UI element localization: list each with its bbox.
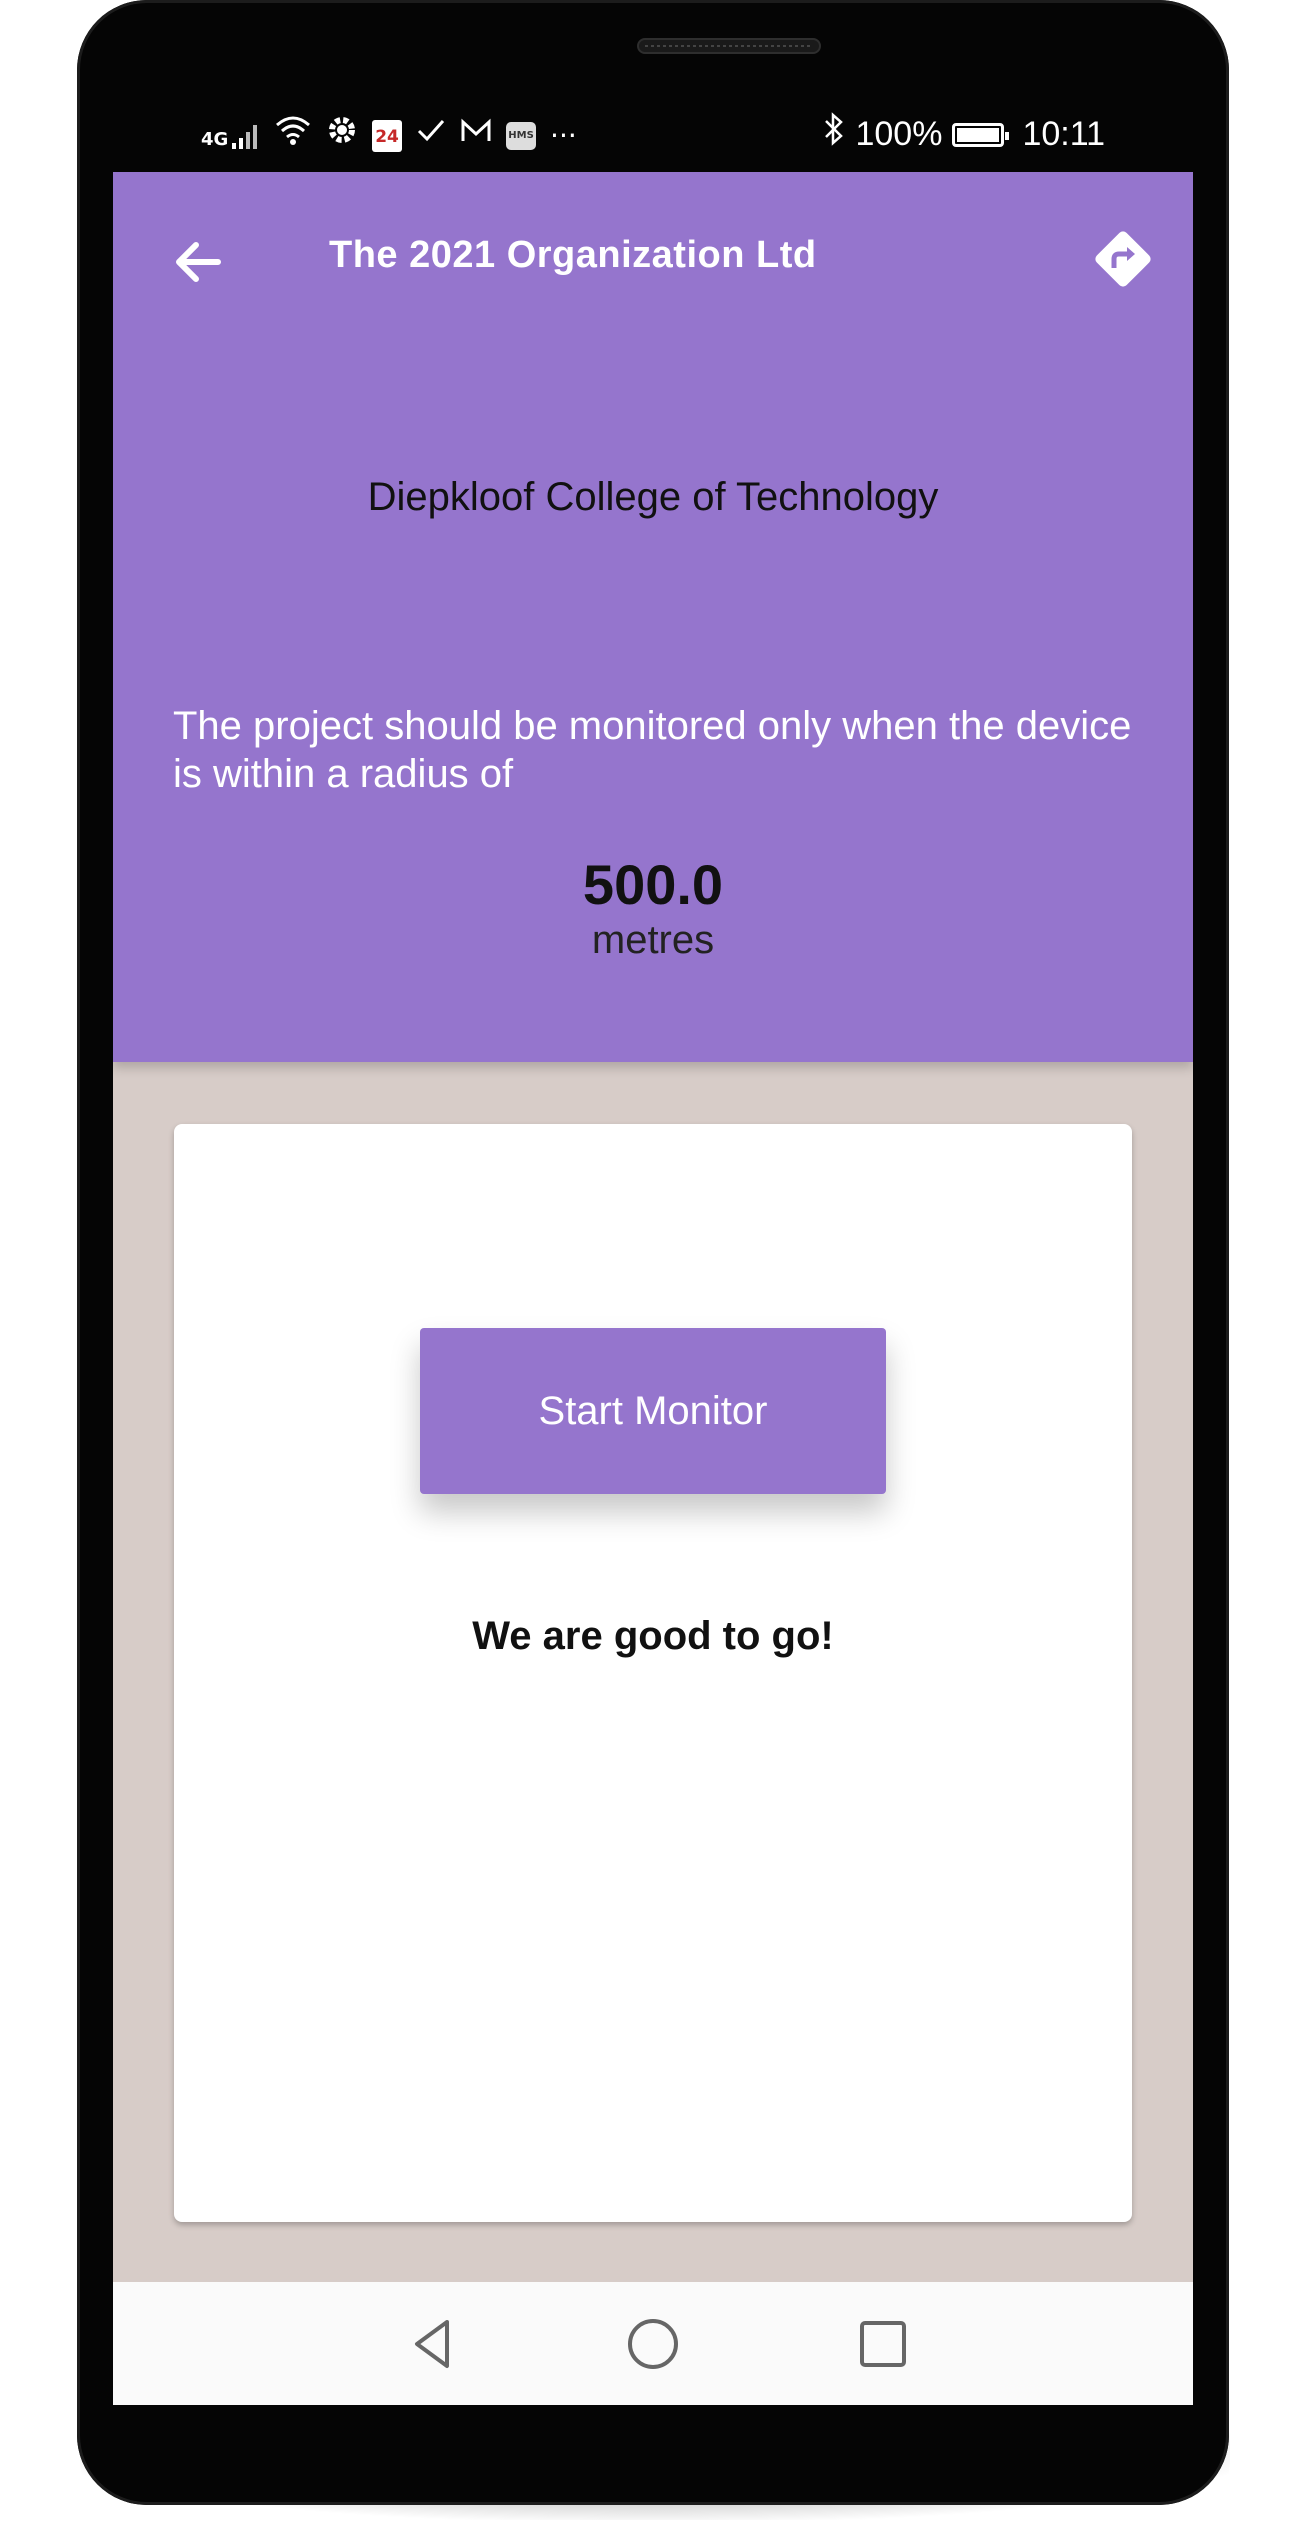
directions-button[interactable] bbox=[1088, 224, 1158, 294]
network-type: 4G bbox=[201, 128, 229, 150]
battery-icon bbox=[952, 122, 1010, 147]
back-button[interactable] bbox=[168, 232, 228, 292]
nav-back-button[interactable] bbox=[403, 2314, 463, 2374]
nav-home-button[interactable] bbox=[623, 2314, 683, 2374]
home-circle-icon bbox=[628, 2319, 678, 2369]
monitor-card: Start Monitor We are good to go! bbox=[174, 1124, 1132, 2222]
project-header: The 2021 Organization Ltd Diepkloof Coll… bbox=[113, 172, 1193, 1062]
wifi-icon bbox=[274, 114, 312, 157]
settings-icon bbox=[326, 114, 358, 157]
battery-percent: 100% bbox=[855, 115, 943, 153]
arrow-left-icon bbox=[176, 242, 221, 282]
status-bar: 4G 24 HMS ··· 100% 10:11 bbox=[113, 104, 1193, 168]
start-monitor-button[interactable]: Start Monitor bbox=[420, 1328, 886, 1494]
directions-icon bbox=[1095, 231, 1151, 287]
nav-recents-button[interactable] bbox=[853, 2314, 913, 2374]
mail-icon bbox=[460, 116, 492, 156]
system-nav-bar bbox=[113, 2282, 1193, 2405]
radius-unit: metres bbox=[591, 918, 715, 962]
recents-square-icon bbox=[860, 2321, 906, 2367]
calendar-icon: 24 bbox=[372, 119, 403, 152]
app-bar-title: The 2021 Organization Ltd bbox=[329, 234, 817, 276]
check-icon bbox=[416, 116, 446, 156]
app-screen: The 2021 Organization Ltd Diepkloof Coll… bbox=[113, 172, 1193, 2405]
clock: 10:11 bbox=[1022, 115, 1105, 153]
radius-value: 500.0 bbox=[582, 853, 724, 916]
status-message: We are good to go! bbox=[472, 1614, 834, 1658]
monitor-radius-description: The project should be monitored only whe… bbox=[173, 704, 1132, 796]
bluetooth-icon bbox=[823, 112, 845, 157]
speaker-grille bbox=[637, 38, 821, 54]
more-icon: ··· bbox=[550, 118, 577, 152]
project-name: Diepkloof College of Technology bbox=[367, 475, 939, 519]
hms-icon: HMS bbox=[506, 121, 537, 150]
back-triangle-icon bbox=[415, 2320, 449, 2368]
signal-icon: 4G bbox=[201, 121, 260, 151]
